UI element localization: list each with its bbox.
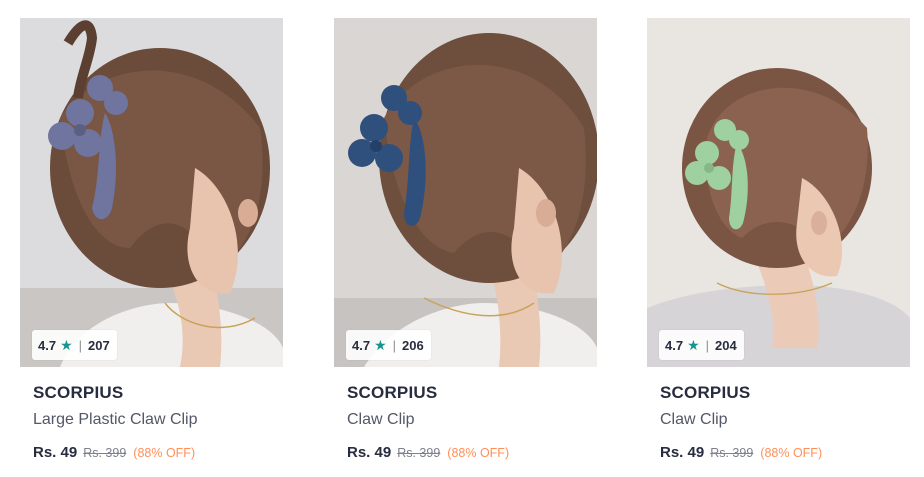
product-card[interactable]: 4.7 ★ | 204 SCORPIUS Claw Clip Rs. 49 Rs… <box>647 18 910 473</box>
rating-value: 4.7 <box>665 337 684 353</box>
product-image[interactable] <box>334 18 597 367</box>
product-card[interactable]: 4.7 ★ | 206 SCORPIUS Claw Clip Rs. 49 Rs… <box>334 18 597 473</box>
product-brand: SCORPIUS <box>33 383 124 402</box>
product-grid: 4.7 ★ | 207 SCORPIUS Large Plastic Claw … <box>0 0 924 477</box>
star-icon: ★ <box>687 337 700 353</box>
rating-count: 207 <box>88 337 110 353</box>
rating-count: 204 <box>715 337 737 353</box>
product-brand: SCORPIUS <box>347 383 438 402</box>
discounted-price: Rs. 49 <box>660 444 705 461</box>
original-price: Rs. 399 <box>83 446 127 460</box>
rating-count: 206 <box>402 337 424 353</box>
star-icon: ★ <box>374 337 387 353</box>
product-price: Rs. 49 Rs. 399 (88% OFF) <box>347 444 509 461</box>
discount-percent: (88% OFF) <box>760 446 823 460</box>
product-name: Claw Clip <box>347 411 415 428</box>
rating-value: 4.7 <box>352 337 371 353</box>
discount-percent: (88% OFF) <box>447 446 510 460</box>
product-image[interactable] <box>647 18 910 367</box>
original-price: Rs. 399 <box>710 446 754 460</box>
product-image[interactable] <box>20 18 283 367</box>
discounted-price: Rs. 49 <box>33 444 78 461</box>
product-price: Rs. 49 Rs. 399 (88% OFF) <box>33 444 195 461</box>
product-card[interactable]: 4.7 ★ | 207 SCORPIUS Large Plastic Claw … <box>20 18 283 473</box>
discount-percent: (88% OFF) <box>133 446 196 460</box>
product-name: Claw Clip <box>660 411 728 428</box>
discounted-price: Rs. 49 <box>347 444 392 461</box>
rating-badge: 4.7 ★ | 207 <box>32 330 117 360</box>
star-icon: ★ <box>60 337 73 353</box>
rating-separator: | <box>78 337 83 353</box>
product-brand: SCORPIUS <box>660 383 751 402</box>
rating-badge: 4.7 ★ | 206 <box>346 330 431 360</box>
product-price: Rs. 49 Rs. 399 (88% OFF) <box>660 444 822 461</box>
product-name: Large Plastic Claw Clip <box>33 411 198 428</box>
original-price: Rs. 399 <box>397 446 441 460</box>
rating-separator: | <box>705 337 710 353</box>
rating-value: 4.7 <box>38 337 57 353</box>
rating-badge: 4.7 ★ | 204 <box>659 330 744 360</box>
rating-separator: | <box>392 337 397 353</box>
